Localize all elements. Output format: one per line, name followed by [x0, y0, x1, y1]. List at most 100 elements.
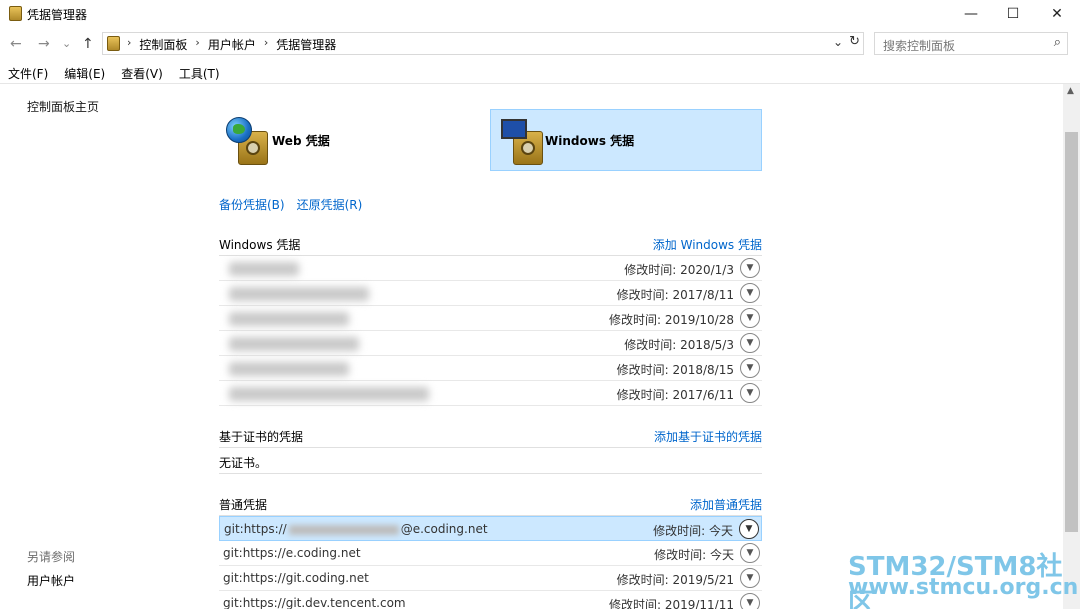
scrollbar-thumb[interactable]: [1065, 132, 1078, 532]
redacted-name: [229, 262, 299, 276]
modified-date: 修改时间: 2020/1/3: [624, 263, 734, 277]
menu-file[interactable]: 文件(F): [0, 62, 56, 83]
add-windows-credential-link[interactable]: 添加 Windows 凭据: [653, 236, 762, 253]
menu-view[interactable]: 查看(V): [113, 62, 171, 83]
control-panel-icon: [107, 36, 120, 51]
expand-chevron-icon[interactable]: ▼: [740, 568, 760, 588]
menu-tools[interactable]: 工具(T): [171, 62, 228, 83]
generic-credential-row[interactable]: git:https://e.coding.net 修改时间: 今天 ▼: [219, 541, 762, 566]
redacted-username: [288, 524, 399, 535]
breadcrumb-control-panel[interactable]: 控制面板: [139, 36, 187, 53]
redacted-name: [229, 387, 429, 401]
generic-credential-row[interactable]: git:https://git.dev.tencent.com 修改时间: 20…: [219, 591, 762, 609]
breadcrumb-credential-manager[interactable]: 凭据管理器: [276, 36, 336, 53]
search-icon[interactable]: ⌕: [1054, 35, 1061, 50]
vertical-scrollbar[interactable]: ▲: [1063, 84, 1080, 609]
redacted-name: [229, 337, 359, 351]
modified-date: 修改时间: 2019/10/28: [608, 313, 734, 327]
forward-arrow-icon[interactable]: →: [38, 36, 50, 52]
backup-credentials-link[interactable]: 备份凭据(B): [219, 196, 285, 213]
modified-date: 修改时间: 2018/8/15: [616, 363, 734, 377]
add-certificate-credential-link[interactable]: 添加基于证书的凭据: [654, 428, 762, 445]
search-input[interactable]: 搜索控制面板 ⌕: [874, 32, 1068, 55]
web-credentials-label: Web 凭据: [272, 133, 330, 148]
breadcrumb-separator: ›: [127, 36, 132, 49]
window-title: 凭据管理器: [27, 8, 88, 22]
certificate-credentials-header: 基于证书的凭据 添加基于证书的凭据: [219, 424, 762, 448]
control-panel-home-link[interactable]: 控制面板主页: [27, 98, 99, 115]
modified-date: 修改时间: 2018/5/3: [624, 338, 734, 352]
add-generic-credential-link[interactable]: 添加普通凭据: [690, 496, 762, 513]
expand-chevron-icon[interactable]: ▼: [740, 593, 760, 609]
redacted-name: [229, 312, 349, 326]
redacted-name: [229, 362, 349, 376]
see-also-heading: 另请参阅: [27, 550, 76, 564]
minimize-button[interactable]: —: [948, 0, 994, 28]
redacted-name: [229, 287, 369, 301]
expand-chevron-icon[interactable]: ▼: [740, 383, 760, 403]
windows-credential-row[interactable]: 修改时间: 2018/5/3 ▼: [219, 331, 762, 356]
breadcrumb-separator[interactable]: ›: [264, 36, 268, 53]
credential-name-prefix: git:https://: [224, 522, 287, 536]
breadcrumb: › 控制面板 › 用户帐户 › 凭据管理器: [127, 36, 336, 53]
expand-chevron-icon[interactable]: ▼: [740, 543, 760, 563]
credential-name: git:https://git.dev.tencent.com: [223, 596, 406, 609]
breadcrumb-user-accounts[interactable]: 用户帐户: [208, 36, 256, 53]
expand-chevron-icon[interactable]: ▼: [740, 358, 760, 378]
close-button[interactable]: ✕: [1034, 0, 1080, 28]
modified-date: 修改时间: 2017/8/11: [616, 288, 734, 302]
windows-credential-row[interactable]: 修改时间: 2018/8/15 ▼: [219, 356, 762, 381]
credential-name: git:https:// @e.coding.net: [224, 522, 488, 536]
expand-chevron-icon[interactable]: ▼: [740, 258, 760, 278]
windows-credentials-title: Windows 凭据: [219, 238, 301, 252]
credential-name: git:https://e.coding.net: [223, 546, 361, 560]
scroll-up-icon[interactable]: ▲: [1067, 86, 1074, 96]
chevron-down-icon[interactable]: ⌄: [833, 35, 843, 49]
certificate-credentials-title: 基于证书的凭据: [219, 430, 304, 444]
credential-name: git:https://git.coding.net: [223, 571, 369, 585]
web-vault-icon: [226, 117, 268, 165]
windows-credentials-label: Windows 凭据: [545, 133, 635, 148]
modified-date: 修改时间: 今天: [654, 548, 734, 562]
modified-date: 修改时间: 2019/11/11: [608, 598, 734, 609]
restore-credentials-link[interactable]: 还原凭据(R): [297, 196, 363, 213]
windows-credential-row[interactable]: 修改时间: 2017/6/11 ▼: [219, 381, 762, 406]
credential-name-suffix: @e.coding.net: [400, 522, 488, 536]
watermark-url: www.stmcu.org.cn: [848, 575, 1079, 600]
generic-credentials-header: 普通凭据 添加普通凭据: [219, 492, 762, 516]
windows-credential-row[interactable]: 修改时间: 2017/8/11 ▼: [219, 281, 762, 306]
refresh-icon[interactable]: ↻: [849, 34, 860, 49]
maximize-button[interactable]: ☐: [990, 0, 1036, 28]
user-accounts-link[interactable]: 用户帐户: [27, 572, 75, 589]
modified-date: 修改时间: 今天: [653, 524, 733, 538]
recent-locations-icon[interactable]: ⌄: [62, 37, 71, 50]
menu-edit[interactable]: 编辑(E): [56, 62, 113, 83]
title-bar: 凭据管理器 — ☐ ✕: [0, 0, 1080, 28]
menu-bar: 文件(F) 编辑(E) 查看(V) 工具(T): [0, 62, 1080, 84]
left-pane: 控制面板主页 另请参阅 用户帐户: [0, 84, 200, 609]
address-bar[interactable]: › 控制面板 › 用户帐户 › 凭据管理器 ⌄ ↻: [102, 32, 864, 55]
windows-credentials-header: Windows 凭据 添加 Windows 凭据: [219, 232, 762, 256]
generic-credential-row-selected[interactable]: git:https:// @e.coding.net 修改时间: 今天 ▼: [219, 516, 762, 541]
generic-credentials-title: 普通凭据: [219, 498, 268, 512]
windows-credentials-tile[interactable]: Windows 凭据: [490, 109, 762, 171]
address-row: ← → ⌄ ↑ › 控制面板 › 用户帐户 › 凭据管理器 ⌄ ↻ 搜索控制面板…: [0, 28, 1080, 60]
expand-chevron-icon[interactable]: ▼: [740, 308, 760, 328]
expand-chevron-icon[interactable]: ▼: [740, 283, 760, 303]
web-credentials-tile[interactable]: Web 凭据: [220, 109, 470, 171]
credential-manager-icon: [9, 6, 22, 21]
modified-date: 修改时间: 2017/6/11: [616, 388, 734, 402]
windows-vault-icon: [501, 117, 543, 165]
generic-credential-row[interactable]: git:https://git.coding.net 修改时间: 2019/5/…: [219, 566, 762, 591]
no-certificates-text: 无证书。: [219, 449, 762, 474]
expand-chevron-icon[interactable]: ▼: [740, 333, 760, 353]
windows-credential-row[interactable]: 修改时间: 2019/10/28 ▼: [219, 306, 762, 331]
windows-credential-row[interactable]: 修改时间: 2020/1/3 ▼: [219, 256, 762, 281]
up-arrow-icon[interactable]: ↑: [82, 36, 94, 52]
expand-chevron-icon[interactable]: ▼: [739, 519, 759, 539]
search-placeholder: 搜索控制面板: [883, 39, 956, 53]
back-arrow-icon[interactable]: ←: [10, 36, 22, 52]
backup-restore-links: 备份凭据(B) 还原凭据(R): [219, 196, 362, 213]
modified-date: 修改时间: 2019/5/21: [616, 573, 734, 587]
breadcrumb-separator[interactable]: ›: [195, 36, 199, 53]
